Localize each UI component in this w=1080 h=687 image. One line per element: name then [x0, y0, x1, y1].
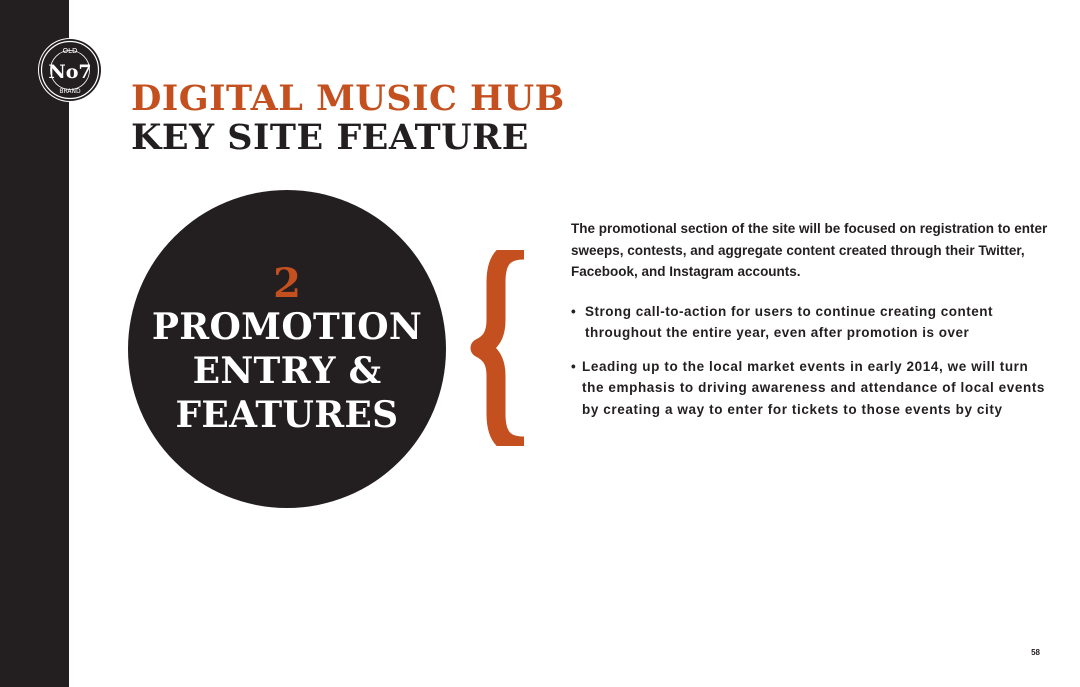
- list-item: • Leading up to the local market events …: [571, 356, 1051, 421]
- logo-top-text: OLD: [63, 47, 78, 55]
- page-title-primary: DIGITAL MUSIC HUB: [131, 78, 565, 119]
- list-item: • Strong call-to-action for users to con…: [571, 301, 1051, 344]
- brand-logo: OLD No7 BRAND: [38, 38, 102, 102]
- curly-brace-icon: [470, 250, 550, 446]
- page-title-secondary: KEY SITE FEATURE: [131, 117, 529, 158]
- feature-circle: 2 PROMOTION ENTRY & FEATURES: [128, 190, 446, 508]
- feature-title-line1: PROMOTION: [151, 306, 423, 348]
- bullet-marker: •: [571, 303, 577, 319]
- intro-paragraph: The promotional section of the site will…: [571, 221, 1048, 279]
- list-item-text: Strong call-to-action for users to conti…: [585, 303, 994, 341]
- logo-bottom-text: BRAND: [59, 88, 81, 95]
- feature-title-line3: FEATURES: [175, 394, 399, 436]
- feature-number: 2: [273, 260, 301, 307]
- page-number: 58: [1031, 648, 1040, 657]
- left-sidebar-bar: [0, 0, 69, 687]
- feature-title-line2: ENTRY &: [192, 350, 382, 392]
- bullet-marker: •: [571, 358, 577, 374]
- slide-page: OLD No7 BRAND DIGITAL MUSIC HUB KEY SITE…: [0, 0, 1080, 687]
- brand-badge-icon: OLD No7 BRAND: [39, 39, 101, 101]
- list-item-text: Leading up to the local market events in…: [582, 358, 1046, 417]
- logo-number-text: No7: [48, 61, 91, 83]
- description-block: The promotional section of the site will…: [571, 218, 1051, 420]
